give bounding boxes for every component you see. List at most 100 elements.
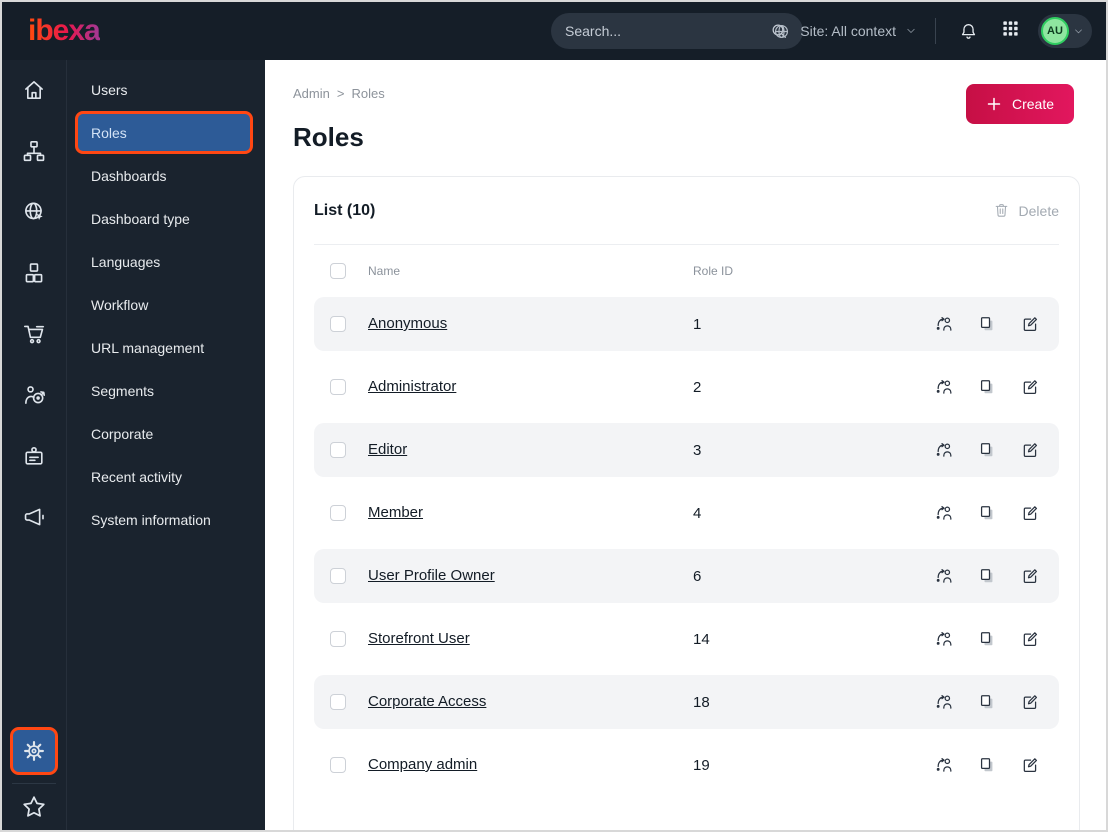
create-button-label: Create	[1011, 96, 1054, 112]
edit-role-button[interactable]	[1020, 692, 1040, 712]
role-id-value: 4	[693, 504, 702, 522]
submenu-item[interactable]: Dashboard type	[75, 197, 253, 240]
table-row: Company admin 19	[314, 738, 1059, 792]
role-name-link[interactable]: Member	[368, 504, 423, 521]
submenu-item-label: Workflow	[91, 296, 149, 313]
role-name-link[interactable]: Corporate Access	[368, 693, 486, 710]
row-actions	[913, 629, 1059, 649]
nav-item-products[interactable]	[19, 258, 49, 288]
submenu-item[interactable]: System information	[75, 498, 253, 541]
role-name-link[interactable]: Storefront User	[368, 630, 470, 647]
role-name-link[interactable]: Anonymous	[368, 315, 447, 332]
copy-role-button[interactable]	[977, 503, 997, 523]
submenu-item[interactable]: Languages	[75, 240, 253, 283]
nav-item-marketing[interactable]	[19, 502, 49, 532]
row-checkbox[interactable]	[330, 316, 346, 332]
chevron-down-icon	[905, 25, 917, 37]
role-id-value: 18	[693, 693, 710, 711]
nav-item-customers[interactable]	[19, 380, 49, 410]
copy-role-button[interactable]	[977, 692, 997, 712]
copy-role-button[interactable]	[977, 314, 997, 334]
nav-item-bookmarks[interactable]	[20, 793, 48, 821]
role-name-link[interactable]: Administrator	[368, 378, 456, 395]
role-id-value: 14	[693, 630, 710, 648]
edit-icon	[1020, 692, 1040, 712]
row-checkbox[interactable]	[330, 757, 346, 773]
row-checkbox[interactable]	[330, 568, 346, 584]
edit-role-button[interactable]	[1020, 629, 1040, 649]
edit-icon	[1020, 629, 1040, 649]
row-checkbox[interactable]	[330, 694, 346, 710]
copy-icon	[977, 314, 997, 334]
products-boxes-icon	[21, 260, 47, 286]
edit-role-button[interactable]	[1020, 566, 1040, 586]
star-icon	[20, 793, 48, 821]
submenu-item[interactable]: Corporate	[75, 412, 253, 455]
submenu-item[interactable]: Users	[75, 68, 253, 111]
search-input[interactable]	[565, 23, 769, 39]
assign-to-users-button[interactable]	[934, 755, 954, 775]
nav-item-commerce[interactable]	[19, 319, 49, 349]
nav-item-content[interactable]	[19, 136, 49, 166]
submenu-item[interactable]: Roles	[75, 111, 253, 154]
role-name-link[interactable]: Company admin	[368, 756, 477, 773]
select-all-checkbox[interactable]	[330, 263, 346, 279]
submenu-item[interactable]: Dashboards	[75, 154, 253, 197]
row-checkbox[interactable]	[330, 442, 346, 458]
globe-icon	[772, 22, 791, 41]
global-search[interactable]	[551, 13, 803, 49]
site-context-selector[interactable]: Site: All context	[772, 22, 917, 41]
nav-item-admin[interactable]	[10, 727, 58, 775]
row-checkbox[interactable]	[330, 379, 346, 395]
nav-rail	[2, 60, 66, 830]
corporate-badge-icon	[21, 443, 47, 469]
edit-role-button[interactable]	[1020, 314, 1040, 334]
nav-item-corporate[interactable]	[19, 441, 49, 471]
copy-role-button[interactable]	[977, 440, 997, 460]
submenu-item[interactable]: Recent activity	[75, 455, 253, 498]
edit-role-button[interactable]	[1020, 503, 1040, 523]
assign-to-users-button[interactable]	[934, 692, 954, 712]
breadcrumb-admin[interactable]: Admin	[293, 86, 330, 101]
submenu-item-label: Roles	[91, 124, 127, 141]
assign-to-users-button[interactable]	[934, 503, 954, 523]
create-button[interactable]: Create	[965, 84, 1074, 124]
submenu-item[interactable]: URL management	[75, 326, 253, 369]
nav-item-site[interactable]	[19, 197, 49, 227]
row-checkbox[interactable]	[330, 631, 346, 647]
copy-icon	[977, 629, 997, 649]
column-header-name: Name	[368, 264, 401, 278]
copy-role-button[interactable]	[977, 377, 997, 397]
home-icon	[21, 77, 47, 103]
notifications-button[interactable]	[954, 17, 983, 46]
edit-role-button[interactable]	[1020, 440, 1040, 460]
submenu-item[interactable]: Workflow	[75, 283, 253, 326]
role-id-value: 6	[693, 567, 702, 585]
assign-to-users-button[interactable]	[934, 377, 954, 397]
row-actions	[913, 440, 1059, 460]
plus-icon	[986, 96, 1002, 112]
user-menu[interactable]: AU	[1038, 14, 1092, 48]
assign-user-icon	[934, 629, 954, 649]
assign-to-users-button[interactable]	[934, 566, 954, 586]
row-checkbox[interactable]	[330, 505, 346, 521]
role-name-link[interactable]: User Profile Owner	[368, 567, 495, 584]
app-switcher-button[interactable]	[997, 15, 1024, 47]
submenu-item[interactable]: Segments	[75, 369, 253, 412]
edit-role-button[interactable]	[1020, 755, 1040, 775]
edit-role-button[interactable]	[1020, 377, 1040, 397]
row-actions	[913, 755, 1059, 775]
nav-item-home[interactable]	[19, 75, 49, 105]
delete-button[interactable]: Delete	[993, 202, 1059, 219]
assign-to-users-button[interactable]	[934, 629, 954, 649]
role-name-link[interactable]: Editor	[368, 441, 407, 458]
customers-target-icon	[21, 382, 47, 408]
copy-role-button[interactable]	[977, 629, 997, 649]
table-header: Name Role ID	[314, 245, 1059, 297]
assign-to-users-button[interactable]	[934, 440, 954, 460]
site-globe-icon	[21, 199, 47, 225]
copy-icon	[977, 755, 997, 775]
assign-to-users-button[interactable]	[934, 314, 954, 334]
copy-role-button[interactable]	[977, 566, 997, 586]
copy-role-button[interactable]	[977, 755, 997, 775]
